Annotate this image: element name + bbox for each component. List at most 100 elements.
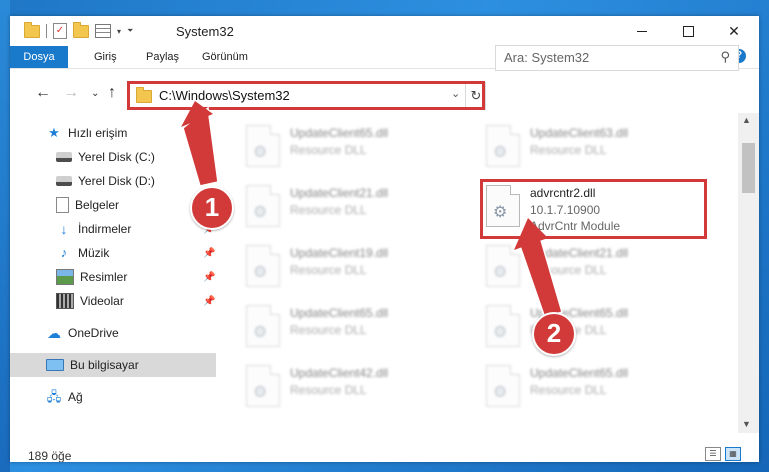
file-item-advrcntr2[interactable]: ⚙ advrcntr2.dll 10.1.7.10900 AdvrCntr Mo…	[478, 181, 698, 233]
scroll-up-icon[interactable]: ▲	[742, 115, 751, 125]
view-switcher: ☰ ▦	[705, 447, 741, 461]
star-icon: ★	[48, 125, 60, 140]
file-item[interactable]: ⚙ UpdateClient19.dll Resource DLL	[238, 241, 458, 291]
maximize-button[interactable]	[665, 16, 711, 46]
file-item[interactable]: ⚙ UpdateClient65.dll Resource DLL	[478, 301, 698, 351]
sidebar-item-downloads[interactable]: ↓ İndirmeler 📌	[10, 217, 216, 241]
sidebar-item-documents[interactable]: Belgeler 📌	[10, 193, 216, 217]
window-title: System32	[176, 24, 234, 39]
file-description: Resource DLL	[290, 203, 367, 217]
file-name: UpdateClient65.dll	[530, 306, 629, 320]
chevron-down-icon[interactable]: ⌄	[91, 88, 99, 99]
search-icon[interactable]: ⚲	[720, 49, 730, 65]
file-version: 10.1.7.10900	[530, 203, 601, 217]
maximize-icon	[682, 25, 694, 37]
large-icons-view-icon[interactable]: ▦	[725, 447, 741, 461]
properties-icon[interactable]	[95, 24, 111, 38]
pin-icon[interactable]: 📌	[203, 200, 215, 211]
new-folder-icon[interactable]	[73, 21, 89, 38]
file-name: UpdateClient65.dll	[530, 366, 629, 380]
checkmark-doc-icon[interactable]: ✓	[53, 23, 67, 39]
customize-toolbar-icon[interactable]: ⏷	[127, 26, 133, 36]
file-list: ⚙ UpdateClient65.dll Resource DLL ⚙ Upda…	[216, 113, 738, 433]
tab-share[interactable]: Paylaş	[146, 46, 179, 68]
file-item[interactable]: ⚙ UpdateClient65.dll Resource DLL	[478, 361, 698, 411]
dll-file-icon: ⚙	[486, 305, 520, 347]
file-name: advrcntr2.dll	[530, 186, 596, 200]
music-icon: ♪	[60, 245, 68, 260]
close-icon: ✕	[728, 22, 740, 39]
refresh-icon[interactable]: ↻	[465, 83, 486, 109]
file-name: UpdateClient65.dll	[290, 306, 389, 320]
file-item[interactable]: ⚙ UpdateClient21.dll Resource DLL	[238, 181, 458, 231]
sidebar-item-music[interactable]: ♪ Müzik 📌	[10, 241, 216, 265]
onedrive-icon: ☁	[47, 325, 61, 341]
sidebar-item-label: Bu bilgisayar	[70, 358, 139, 372]
item-count: 189 öğe	[28, 449, 72, 462]
address-bar[interactable]: C:\Windows\System32 ⌄ ↻	[128, 82, 486, 110]
tab-home[interactable]: Giriş	[94, 46, 117, 68]
details-view-icon[interactable]: ☰	[705, 447, 721, 461]
file-name: UpdateClient63.dll	[530, 126, 629, 140]
close-button[interactable]: ✕	[711, 16, 757, 46]
folder-icon	[136, 87, 152, 103]
sidebar-item-network[interactable]: 🖧 Ağ	[10, 385, 216, 409]
file-explorer-window: ✓ ▾ ⏷ System32 ✕ Dosya Giriş Paylaş Görü…	[10, 16, 759, 462]
file-description: AdvrCntr Module	[530, 219, 621, 233]
file-item[interactable]: ⚙ UpdateClient65.dll Resource DLL	[238, 121, 458, 171]
this-pc-icon	[46, 359, 64, 371]
file-item[interactable]: ⚙ UpdateClient42.dll Resource DLL	[238, 361, 458, 411]
dll-file-icon: ⚙	[246, 245, 280, 287]
navigation-bar: ← → ⌄ ↑ C:\Windows\System32 ⌄ ↻	[10, 69, 759, 113]
pin-icon[interactable]: 📌	[203, 272, 215, 283]
sidebar-item-label: OneDrive	[68, 326, 119, 340]
chevron-down-icon[interactable]: ⌄	[451, 87, 460, 100]
minimize-icon	[637, 30, 647, 32]
sidebar-item-quick-access[interactable]: ★ Hızlı erişim	[10, 121, 216, 145]
sidebar-item-videos[interactable]: Videolar 📌	[10, 289, 216, 313]
chevron-down-icon[interactable]: ▾	[117, 27, 121, 36]
dll-file-icon: ⚙	[246, 365, 280, 407]
folder-icon	[24, 21, 40, 38]
scrollbar-thumb[interactable]	[742, 143, 755, 193]
search-box[interactable]: Ara: System32 ⚲	[495, 45, 739, 71]
sidebar-item-local-disk-c[interactable]: Yerel Disk (C:) 📌	[10, 145, 216, 169]
forward-arrow-icon[interactable]: →	[63, 84, 79, 102]
tab-file[interactable]: Dosya	[10, 46, 68, 68]
pictures-icon	[56, 269, 74, 285]
pin-icon[interactable]: 📌	[203, 152, 215, 163]
search-input[interactable]: Ara: System32	[504, 50, 589, 65]
pin-icon[interactable]: 📌	[203, 296, 215, 307]
documents-icon	[56, 197, 69, 213]
file-name: UpdateClient65.dll	[290, 126, 389, 140]
dll-file-icon: ⚙	[246, 305, 280, 347]
file-item[interactable]: ⚙ UpdateClient63.dll Resource DLL	[478, 121, 698, 171]
sidebar-item-pictures[interactable]: Resimler 📌	[10, 265, 216, 289]
desktop-background	[0, 0, 10, 472]
pin-icon[interactable]: 📌	[203, 224, 215, 235]
up-arrow-icon[interactable]: ↑	[108, 84, 116, 102]
dll-file-icon: ⚙	[486, 245, 520, 287]
sidebar-item-this-pc[interactable]: Bu bilgisayar	[10, 353, 216, 377]
tab-view[interactable]: Görünüm	[202, 46, 248, 68]
file-description: Resource DLL	[530, 383, 607, 397]
sidebar-item-label: İndirmeler	[78, 222, 132, 236]
downloads-icon: ↓	[60, 221, 68, 237]
pin-icon[interactable]: 📌	[203, 248, 215, 259]
scroll-down-icon[interactable]: ▼	[742, 419, 751, 429]
drive-icon	[56, 152, 72, 162]
pin-icon[interactable]: 📌	[203, 176, 215, 187]
file-item[interactable]: ⚙ UpdateClient65.dll Resource DLL	[238, 301, 458, 351]
dll-file-icon: ⚙	[246, 185, 280, 227]
back-arrow-icon[interactable]: ←	[35, 84, 51, 102]
minimize-button[interactable]	[619, 16, 665, 46]
address-path[interactable]: C:\Windows\System32	[159, 88, 290, 103]
file-name: UpdateClient42.dll	[290, 366, 389, 380]
sidebar-item-onedrive[interactable]: ☁ OneDrive	[10, 321, 216, 345]
dll-file-icon: ⚙	[246, 125, 280, 167]
file-item[interactable]: ⚙ UpdateClient21.dll Resource DLL	[478, 241, 698, 291]
vertical-scrollbar[interactable]: ▲ ▼	[738, 113, 759, 433]
file-description: Resource DLL	[290, 383, 367, 397]
file-description: Resource DLL	[530, 263, 607, 277]
sidebar-item-local-disk-d[interactable]: Yerel Disk (D:) 📌	[10, 169, 216, 193]
